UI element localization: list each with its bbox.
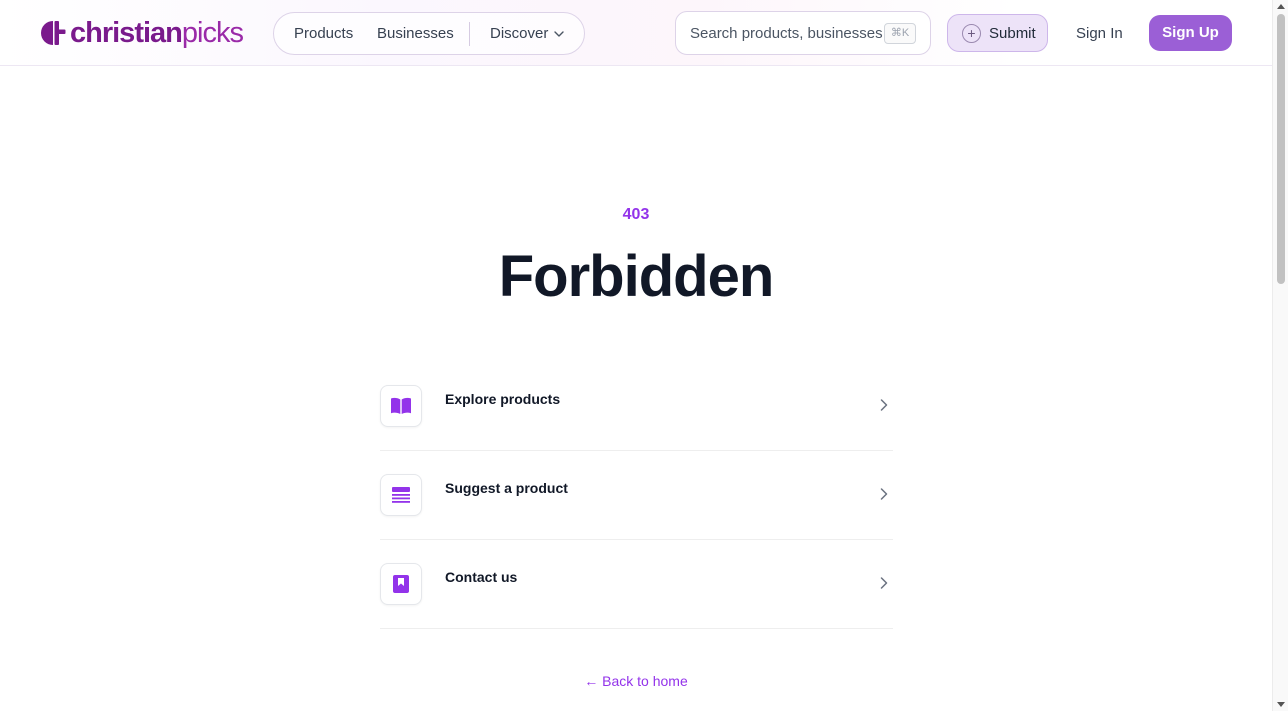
logo-text-secondary: picks <box>181 17 244 49</box>
main-nav: Products Businesses Discover <box>273 12 585 55</box>
link-icon-box <box>380 474 422 516</box>
book-open-icon <box>391 397 411 414</box>
sign-up-button[interactable]: Sign Up <box>1149 15 1232 51</box>
chevron-right-icon <box>880 399 888 411</box>
error-code: 403 <box>622 206 650 223</box>
scrollbar-thumb[interactable] <box>1277 14 1285 284</box>
search-input[interactable]: Search products, businesses... ⌘K <box>675 11 931 55</box>
link-explore-products[interactable]: Explore products <box>380 362 893 451</box>
scroll-up-arrow-icon[interactable] <box>1277 4 1285 9</box>
link-icon-box <box>380 563 422 605</box>
nav-discover[interactable]: Discover <box>490 25 565 42</box>
site-header: christianpicks Products Businesses Disco… <box>0 0 1272 66</box>
link-label: Contact us <box>445 569 518 585</box>
logo[interactable]: christianpicks <box>40 17 244 49</box>
vertical-scrollbar[interactable] <box>1272 0 1288 711</box>
chevron-down-icon <box>554 30 565 37</box>
link-label: Explore products <box>445 391 561 407</box>
nav-businesses[interactable]: Businesses <box>377 25 454 42</box>
chevron-right-icon <box>880 488 888 500</box>
logo-mark-icon <box>41 21 66 45</box>
nav-discover-label: Discover <box>490 25 549 42</box>
page: christianpicks Products Businesses Disco… <box>0 0 1288 711</box>
search-shortcut-badge: ⌘K <box>884 23 916 44</box>
logo-text-primary: christian <box>70 17 183 49</box>
bookmark-icon <box>393 575 409 593</box>
submit-button[interactable]: + Submit <box>947 14 1048 52</box>
nav-products[interactable]: Products <box>294 25 353 42</box>
page-title: Forbidden <box>498 244 775 309</box>
sign-in-link[interactable]: Sign In <box>1076 25 1123 42</box>
list-icon <box>392 487 410 503</box>
link-icon-box <box>380 385 422 427</box>
chevron-right-icon <box>880 577 888 589</box>
plus-icon: + <box>962 23 981 43</box>
search-placeholder: Search products, businesses... <box>690 25 896 42</box>
logo-wordmark: christianpicks <box>70 17 244 49</box>
link-label: Suggest a product <box>445 480 568 496</box>
helpful-links-list: Explore products Suggest a product Conta… <box>380 362 893 629</box>
nav-divider <box>469 22 470 46</box>
link-contact-us[interactable]: Contact us <box>380 540 893 629</box>
back-to-home-link[interactable]: ← Back to home <box>0 673 1272 689</box>
scroll-down-arrow-icon[interactable] <box>1277 702 1285 707</box>
link-suggest-product[interactable]: Suggest a product <box>380 451 893 540</box>
submit-label: Submit <box>989 24 1036 42</box>
